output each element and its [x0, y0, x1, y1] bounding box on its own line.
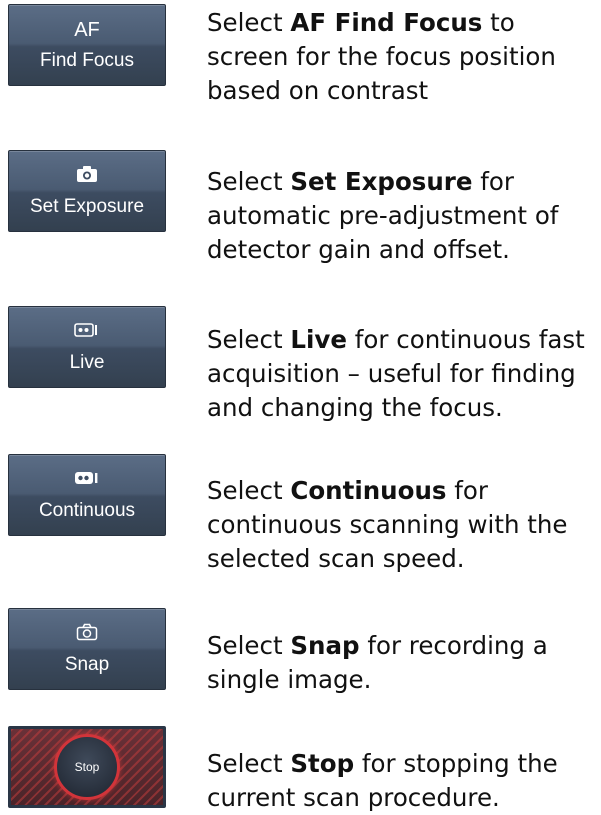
af-find-focus-button[interactable]: AF Find Focus	[8, 4, 166, 86]
live-label: Live	[69, 352, 105, 373]
continuous-label: Continuous	[38, 500, 136, 521]
stop-button[interactable]: Stop	[8, 726, 166, 808]
af-find-focus-description: Select AF Find Focus to screen for the f…	[207, 8, 556, 105]
snap-description: Select Snap for recording a single image…	[207, 631, 548, 694]
live-button[interactable]: Live	[8, 306, 166, 388]
live-description: Select Live for continuous fast acquisit…	[207, 325, 585, 422]
stop-description: Select Stop for stopping the current sca…	[207, 749, 558, 812]
stop-icon: Stop	[54, 734, 120, 800]
snap-button[interactable]: Snap	[8, 608, 166, 690]
continuous-term: Continuous	[290, 476, 447, 505]
stop-label: Stop	[74, 760, 100, 774]
set-exposure-button[interactable]: Set Exposure	[8, 150, 166, 232]
snap-label: Snap	[64, 654, 110, 675]
find-focus-label: Find Focus	[40, 50, 134, 71]
live-term: Live	[290, 325, 347, 354]
camera-outline-icon	[9, 621, 165, 643]
set-exposure-term: Set Exposure	[290, 167, 473, 196]
continuous-description: Select Continuous for continuous scannin…	[207, 476, 568, 573]
af-label: AF	[74, 19, 100, 41]
stop-term: Stop	[290, 749, 355, 778]
set-exposure-label: Set Exposure	[29, 196, 145, 217]
snap-term: Snap	[290, 631, 360, 660]
set-exposure-description: Select Set Exposure for automatic pre-ad…	[207, 167, 559, 264]
continuous-button[interactable]: Continuous	[8, 454, 166, 536]
live-video-icon	[9, 319, 165, 341]
camera-icon	[9, 163, 165, 185]
af-find-focus-term: AF Find Focus	[290, 8, 483, 37]
video-camera-icon	[9, 467, 165, 489]
